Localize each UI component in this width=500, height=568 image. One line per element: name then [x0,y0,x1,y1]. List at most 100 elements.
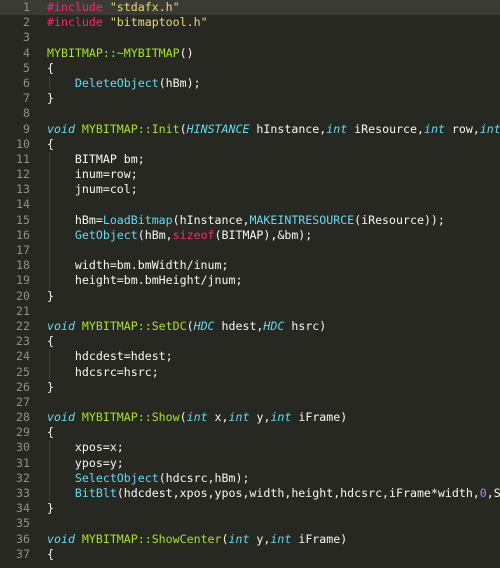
code-line[interactable]: 21 [0,304,500,319]
code-line[interactable]: 13 jnum=col; [0,182,500,198]
code-line[interactable]: 26} [0,380,500,395]
code-text: #include "stdafx.h" [47,0,180,15]
code-line[interactable]: 9 void MYBITMAP::Init(HINSTANCE hInstance… [0,122,500,137]
line-number: 16 [16,227,30,242]
code-token: inum=row; [47,167,138,182]
code-line[interactable]: 10 { [0,137,500,152]
code-line[interactable]: 30 xpos=x; [0,440,500,456]
code-token: } [47,379,54,394]
line-number: 12 [16,167,30,182]
code-token: MYBITMAP::SetDC [81,318,187,333]
code-line[interactable]: 18 width=bm.bmWidth/inum; [0,258,500,274]
code-token: int [228,531,250,546]
code-line[interactable]: 29 { [0,425,500,440]
code-token: void [47,410,75,425]
code-line[interactable]: 7} [0,91,500,106]
code-token: { [47,60,54,75]
code-line[interactable]: 36 void MYBITMAP::ShowCenter(int y,int iF… [0,532,500,547]
line-number: 8 [23,106,30,121]
code-line[interactable]: 5{ [0,61,500,76]
code-line[interactable]: 20} [0,289,500,304]
code-line[interactable]: 14 [0,197,500,213]
code-token: } [47,501,54,516]
code-line[interactable]: 12 inum=row; [0,167,500,183]
line-number: 36 [16,531,30,546]
code-line[interactable]: 22 void MYBITMAP::SetDC(HDC hdest,HDC hsr… [0,319,500,334]
code-line[interactable]: 3 [0,30,500,45]
code-token: y, [249,410,271,425]
code-token: () [179,45,194,60]
code-line[interactable]: 1 #include "stdafx.h" [0,0,500,16]
code-token: hBm= [47,212,103,227]
code-editor[interactable]: 1 #include "stdafx.h" 2 #include "bitmaptoo… [0,0,500,568]
code-line[interactable]: 11 BITMAP bm; [0,151,500,168]
code-text: inum=row; [47,167,138,182]
code-line[interactable]: 23 { [0,334,500,349]
code-line[interactable]: 2 #include "bitmaptool.h" [0,15,500,30]
line-number: 2 [23,15,30,30]
code-token: int [186,410,208,425]
code-line[interactable]: 24 hdcdest=hdest; [0,349,500,365]
line-number: 3 [23,30,30,45]
code-line[interactable]: 6 DeleteObject(hBm); [0,75,500,92]
code-token: iResource, [347,121,424,136]
code-token: (hInstance, [172,212,250,227]
code-text: hdcdest=hdest; [47,349,173,364]
code-token: int [326,121,348,136]
code-token: height=bm.bmHeight/jnum; [47,273,243,288]
code-line[interactable]: 37 { [0,547,500,562]
line-number: 13 [16,182,30,197]
code-token: BITMAP bm; [47,151,145,166]
line-number: 32 [16,470,30,485]
code-token: MAKEINTRESOURCE [249,212,355,227]
line-number: 17 [16,243,30,257]
code-text: hdcsrc=hsrc; [47,365,159,380]
code-line[interactable]: 4 MYBITMAP::~MYBITMAP() [0,46,500,61]
code-text: { [47,61,54,76]
code-line[interactable]: 16 GetObject(hBm,sizeof(BITMAP),&bm); [0,227,500,243]
code-line[interactable]: 27 [0,395,500,410]
code-line[interactable]: 15 hBm=LoadBitmap(hInstance,MAKEINTRESOU… [0,212,500,228]
code-token: x, [207,410,229,425]
line-number: 23 [16,334,30,349]
line-number: 18 [16,258,30,273]
code-token: ,S [486,486,500,500]
code-token: ypos=y; [47,455,124,470]
code-token: ( [179,121,187,136]
code-line[interactable]: 33 BitBlt(hdcdest,xpos,ypos,width,height… [0,486,500,502]
line-number: 10 [16,136,30,151]
code-token: ( [221,531,229,546]
code-line[interactable]: 28 void MYBITMAP::Show(int x,int y,int iF… [0,410,500,425]
line-number: 30 [16,440,30,455]
code-token: (hdcdest,xpos,ypos,width,height,hdcsrc,i… [116,486,480,500]
code-line[interactable]: 17 [0,243,500,259]
code-token: hInstance, [249,121,327,136]
code-text: { [47,425,54,440]
code-line[interactable]: 25 hdcsrc=hsrc; [0,364,500,380]
code-token: hdcdest=hdest; [47,349,173,364]
code-text: GetObject(hBm,sizeof(BITMAP),&bm); [47,228,312,243]
line-number: 28 [16,410,30,425]
line-number: 26 [16,379,30,394]
code-line[interactable]: 19 height=bm.bmHeight/jnum; [0,273,500,289]
indent-guide [49,243,50,259]
code-token: (hBm); [158,75,201,90]
code-token: MYBITMAP::Init [81,121,180,136]
code-line[interactable]: 8 [0,106,500,121]
code-token: void [47,531,75,546]
code-token: LoadBitmap [102,212,173,227]
code-token: MYBITMAP::~MYBITMAP [47,45,180,60]
code-line[interactable]: 32 SelectObject(hdcsrc,hBm); [0,470,500,486]
line-number: 24 [16,349,30,364]
code-line[interactable]: 34} [0,501,500,516]
code-token: sizeof [172,227,215,242]
code-line[interactable]: 35 [0,516,500,531]
code-text: #include "bitmaptool.h" [47,15,208,30]
code-text: } [47,501,54,516]
indent-guide [49,197,50,213]
code-text: hBm=LoadBitmap(hInstance,MAKEINTRESOURCE… [47,213,445,228]
code-line[interactable]: 31 ypos=y; [0,455,500,471]
